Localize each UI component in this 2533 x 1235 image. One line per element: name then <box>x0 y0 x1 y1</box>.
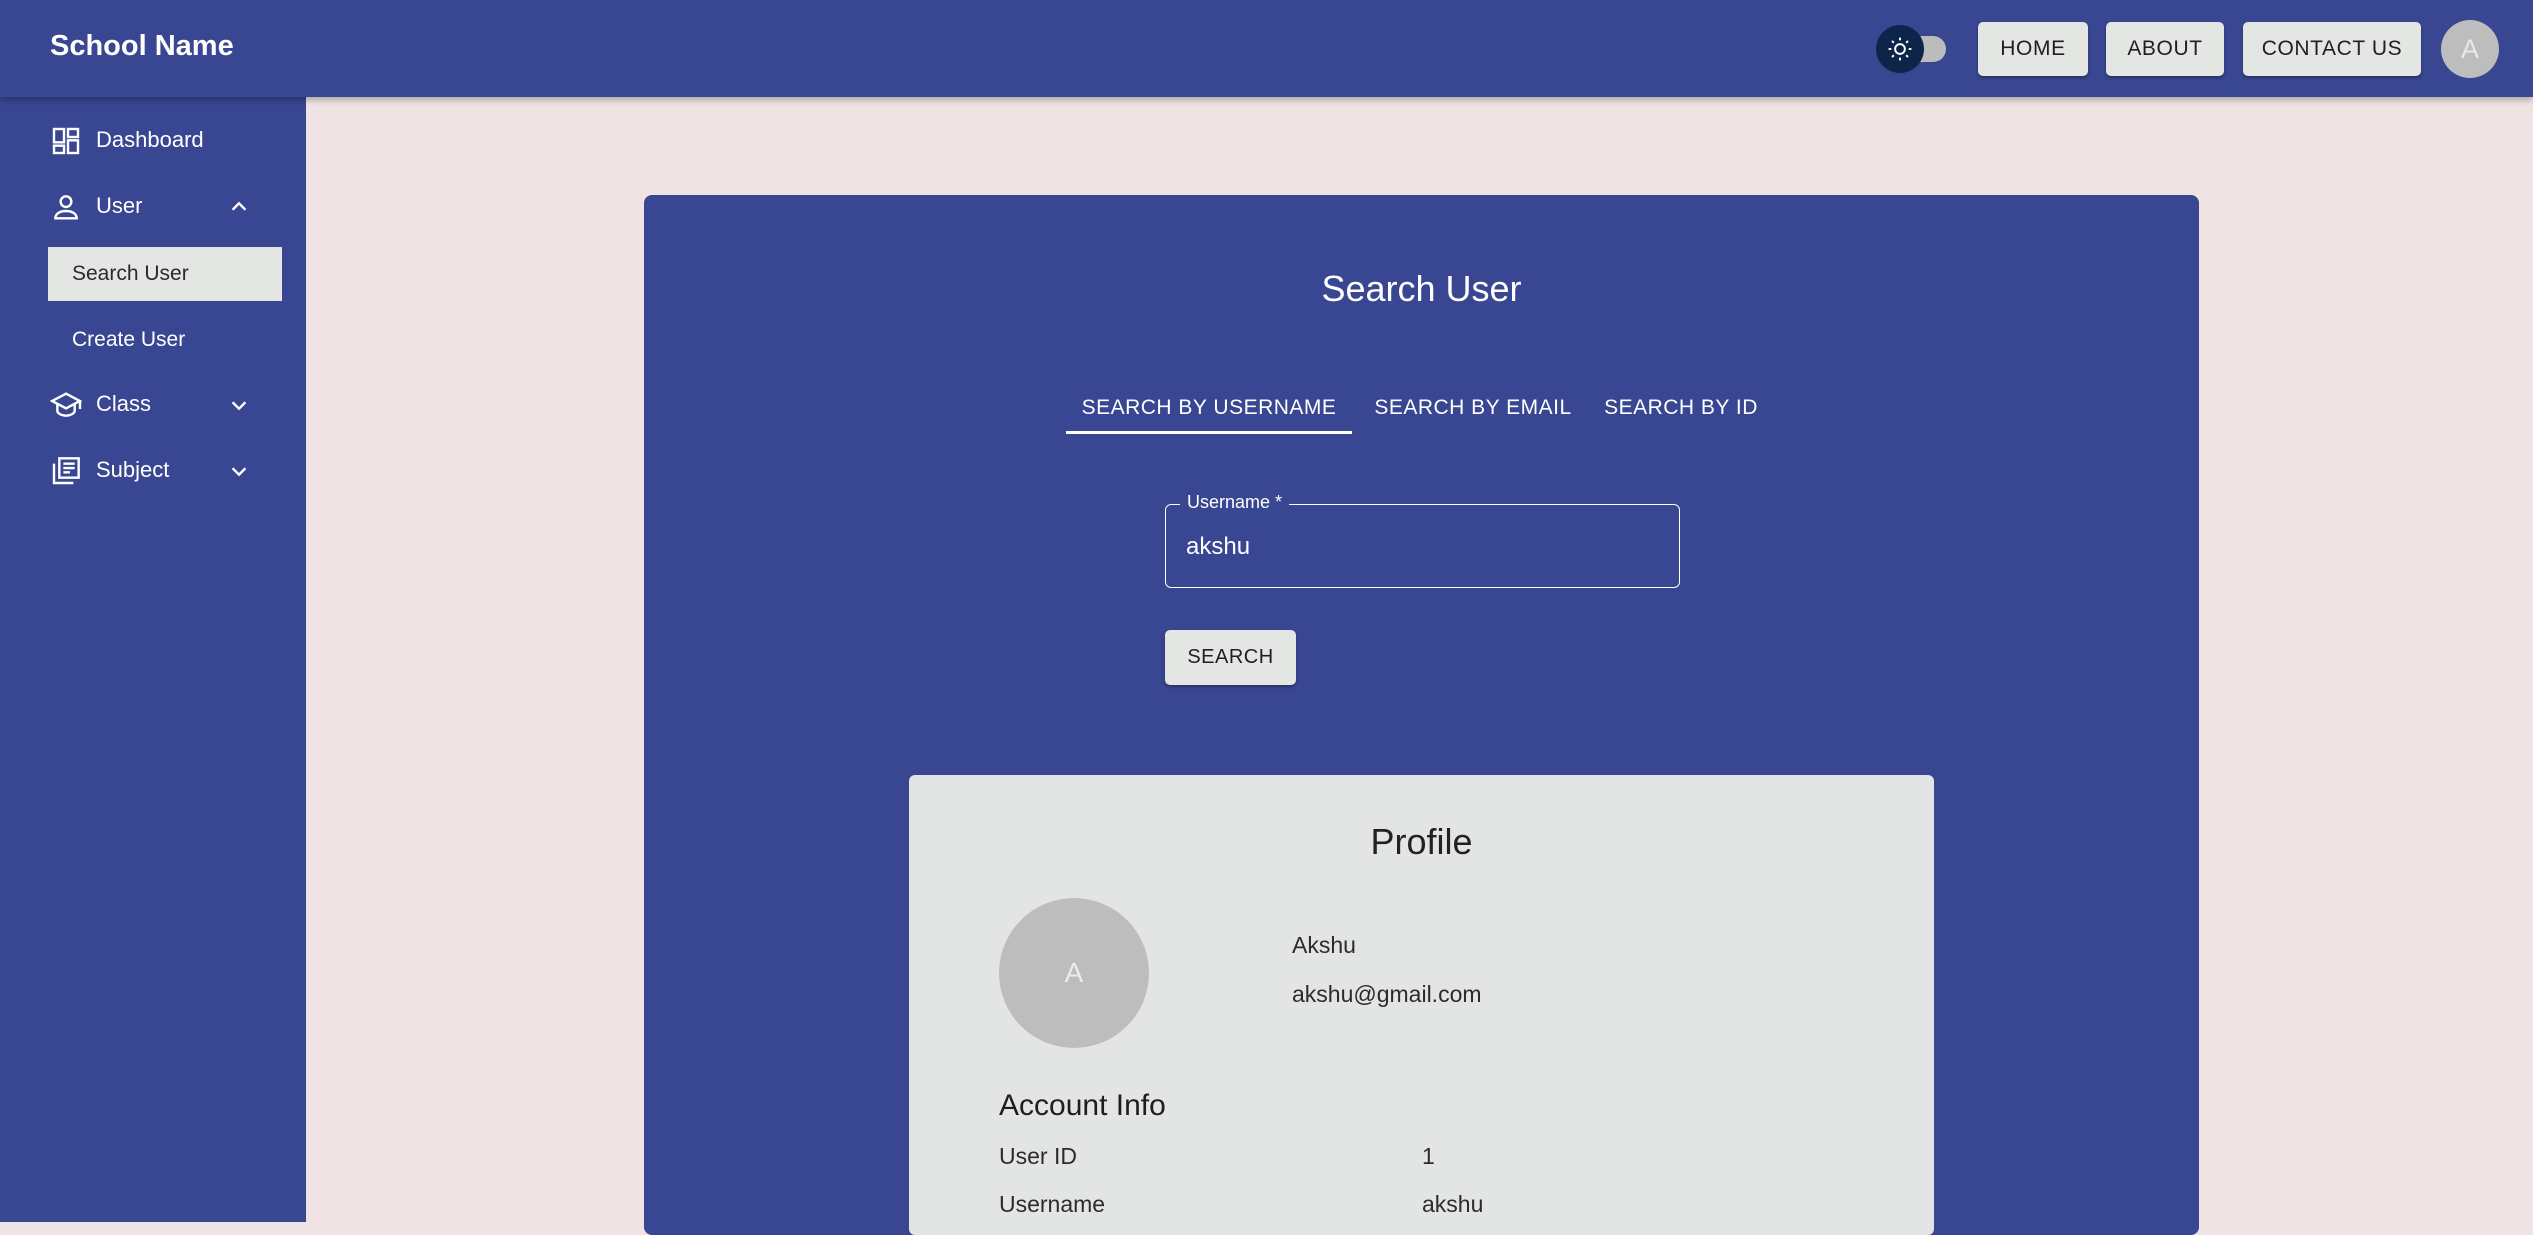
sidebar-subitem-create-user[interactable]: Create User <box>48 313 282 367</box>
username-field-label: Username * <box>1180 492 1290 513</box>
contact-us-button[interactable]: CONTACT US <box>2243 22 2421 76</box>
account-row-value: akshu <box>1422 1191 1484 1217</box>
school-icon <box>49 389 83 421</box>
chevron-down-icon <box>228 460 250 482</box>
tab-search-by-username[interactable]: SEARCH BY USERNAME <box>1066 385 1352 431</box>
home-button[interactable]: HOME <box>1978 22 2088 76</box>
profile-name: Akshu <box>1292 932 1356 958</box>
sidebar-item-label: Dashboard <box>96 127 204 152</box>
sun-icon <box>1876 25 1924 73</box>
app-bar: School Name HOME ABOUT CONTACT US A <box>0 0 2533 97</box>
account-row-label: User ID <box>999 1143 1077 1169</box>
sidebar-subitem-search-user[interactable]: Search User <box>48 247 282 301</box>
search-user-card: Search User SEARCH BY USERNAME SEARCH BY… <box>644 195 2199 1235</box>
account-row-value: 1 <box>1422 1143 1435 1169</box>
user-avatar[interactable]: A <box>2441 20 2499 78</box>
username-input[interactable] <box>1186 529 1646 565</box>
dashboard-icon <box>50 125 82 157</box>
profile-avatar: A <box>999 898 1149 1048</box>
about-button[interactable]: ABOUT <box>2106 22 2224 76</box>
page-title: Search User <box>1321 268 1522 309</box>
sidebar-item-class[interactable]: Class <box>0 374 306 434</box>
sidebar-item-label: Class <box>96 391 152 416</box>
person-icon <box>50 191 82 223</box>
tab-search-by-email[interactable]: SEARCH BY EMAIL <box>1362 385 1584 431</box>
sidebar-item-label: User <box>96 193 143 218</box>
library-books-icon <box>50 455 82 487</box>
account-row-label: Username <box>999 1191 1106 1217</box>
sidebar-item-user[interactable]: User <box>0 176 306 236</box>
brand-title: School Name <box>50 30 234 62</box>
chevron-down-icon <box>228 394 250 416</box>
username-field: Username * <box>1165 492 1680 588</box>
search-button[interactable]: SEARCH <box>1165 630 1296 685</box>
sidebar-item-label: Subject <box>96 457 170 482</box>
tab-search-by-id[interactable]: SEARCH BY ID <box>1596 385 1766 431</box>
profile-title: Profile <box>1370 821 1473 862</box>
profile-email: akshu@gmail.com <box>1292 981 1482 1007</box>
sidebar-item-subject[interactable]: Subject <box>0 440 306 500</box>
profile-card: Profile A Akshu akshu@gmail.com Account … <box>909 775 1934 1235</box>
active-tab-indicator <box>1066 431 1352 434</box>
sidebar: Dashboard User Search User Create User C… <box>0 97 306 1222</box>
sidebar-item-dashboard[interactable]: Dashboard <box>0 110 306 170</box>
account-info-heading: Account Info <box>999 1089 1166 1122</box>
chevron-up-icon <box>228 196 250 218</box>
theme-toggle[interactable] <box>1876 25 1952 73</box>
